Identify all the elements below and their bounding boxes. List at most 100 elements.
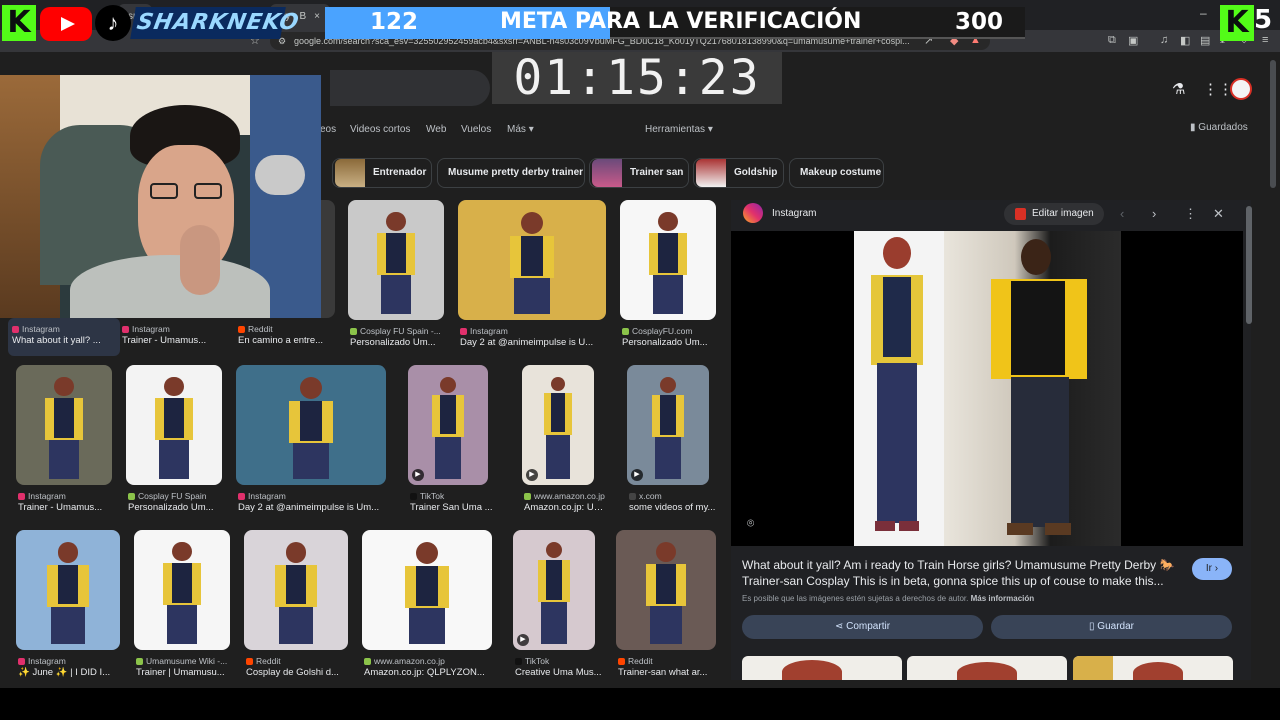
source-favicon-icon [18, 658, 25, 665]
video-play-icon: ▶ [631, 469, 643, 481]
result-source[interactable]: www.amazon.co.jp [364, 656, 504, 666]
result-thumbnail[interactable] [362, 530, 492, 650]
result-title[interactable]: Amazon.co.jp: Um... [524, 502, 604, 513]
result-thumbnail[interactable]: ▶ [522, 365, 594, 485]
result-title[interactable]: Trainer-san what ar... [618, 667, 726, 678]
nav-videos[interactable]: eos [320, 124, 336, 135]
result-title[interactable]: Trainer | Umamusu... [136, 667, 240, 678]
result-source-label: Instagram [28, 656, 66, 666]
result-title[interactable]: Personalizado Um... [128, 502, 232, 513]
result-source[interactable]: x.com [629, 491, 721, 501]
result-title[interactable]: Trainer - Umamus... [122, 335, 230, 346]
result-source[interactable]: CosplayFU.com [622, 326, 728, 336]
account-avatar[interactable] [1230, 78, 1252, 100]
chip-trainer-san[interactable]: Trainer san [589, 158, 689, 188]
result-source[interactable]: Instagram [122, 324, 232, 334]
minimize-button[interactable]: – [1200, 6, 1207, 20]
nav-short-videos[interactable]: Videos cortos [350, 124, 410, 135]
result-source[interactable]: Reddit [238, 324, 347, 334]
result-title[interactable]: Amazon.co.jp: QLPLYZON... [364, 667, 502, 678]
related-thumbnail[interactable] [1073, 656, 1233, 680]
result-title[interactable]: some videos of my... [629, 502, 719, 513]
screenshot-icon[interactable]: ▣ [1128, 34, 1138, 47]
result-thumbnail[interactable] [236, 365, 386, 485]
chip-goldship[interactable]: Goldship [693, 158, 784, 188]
chip-musume-pretty-derby-trainer[interactable]: Musume pretty derby trainer [437, 158, 585, 188]
search-box[interactable] [330, 70, 490, 106]
save-button[interactable]: ▯ Guardar [991, 615, 1232, 639]
result-source[interactable]: Instagram [12, 324, 132, 334]
result-source[interactable]: www.amazon.co.jp ... [524, 491, 606, 501]
result-thumbnail[interactable]: ▶ [513, 530, 595, 650]
labs-flask-icon[interactable]: ⚗ [1172, 80, 1185, 98]
tools-button[interactable]: Herramientas ▾ [645, 124, 713, 135]
apps-grid-icon[interactable]: ⋮⋮ [1203, 80, 1233, 98]
page-scrollbar[interactable] [1270, 60, 1276, 188]
preview-source[interactable]: Instagram [772, 208, 816, 219]
result-title[interactable]: Trainer - Umamus... [18, 502, 122, 513]
google-lens-icon[interactable]: ⌾ [747, 516, 754, 531]
related-thumbnail[interactable] [907, 656, 1067, 680]
result-source[interactable]: Reddit [246, 656, 360, 666]
nav-more[interactable]: Más ▾ [507, 124, 534, 135]
edit-image-button[interactable]: Editar imagen [1004, 203, 1104, 225]
result-source[interactable]: Instagram [18, 491, 124, 501]
result-source[interactable]: Umamusume Wiki -... [136, 656, 242, 666]
result-thumbnail[interactable] [348, 200, 444, 320]
result-source[interactable]: TikTok [410, 491, 500, 501]
share-button[interactable]: ⋖ Compartir [742, 615, 983, 639]
close-panel-icon[interactable]: ✕ [1213, 206, 1224, 222]
sidebar-icon[interactable]: ◧ [1180, 34, 1190, 47]
media-icon[interactable]: ♫ [1160, 34, 1168, 46]
result-title[interactable]: Personalizado Um... [350, 337, 454, 348]
result-title[interactable]: Day 2 at @animeimpulse is U... [460, 337, 616, 348]
visit-button[interactable]: Ir › [1192, 558, 1232, 580]
next-arrow-icon[interactable]: › [1152, 206, 1156, 221]
result-title[interactable]: What about it yall? ... [12, 335, 130, 346]
result-thumbnail[interactable] [616, 530, 716, 650]
tab-close-icon[interactable]: × [314, 11, 320, 22]
menu-icon[interactable]: ≡ [1262, 34, 1268, 46]
result-source-label: TikTok [420, 491, 445, 501]
result-thumbnail[interactable] [16, 530, 120, 650]
result-source[interactable]: Reddit [618, 656, 728, 666]
result-title[interactable]: Trainer San Uma ... [410, 502, 498, 513]
result-title[interactable]: Personalizado Um... [622, 337, 726, 348]
result-source[interactable]: Cosplay FU Spain -... [350, 326, 456, 336]
result-title[interactable]: Creative Uma Mus... [515, 667, 605, 678]
result-thumbnail[interactable] [134, 530, 230, 650]
result-thumbnail[interactable]: ▶ [408, 365, 488, 485]
preview-image[interactable] [731, 231, 1243, 546]
saved-button[interactable]: ▮ Guardados [1190, 122, 1248, 133]
chip-entrenador[interactable]: Entrenador [332, 158, 432, 188]
result-source[interactable]: TikTok [515, 656, 607, 666]
result-title[interactable]: ✨ June ✨ | I DID I... [18, 667, 130, 678]
nav-flights[interactable]: Vuelos [461, 124, 491, 135]
chip-makeup-costume[interactable]: Makeup costume [789, 158, 884, 188]
related-thumbnail[interactable] [742, 656, 902, 680]
wallet-icon[interactable]: ▤ [1200, 34, 1210, 47]
result-thumbnail[interactable] [16, 365, 112, 485]
result-source[interactable]: Cosplay FU Spain [128, 491, 234, 501]
preview-caption[interactable]: What about it yall? Am i ready to Train … [742, 557, 1182, 589]
result-source[interactable]: Instagram [238, 491, 398, 501]
panel-scrollbar[interactable] [1246, 206, 1252, 324]
result-thumbnail[interactable] [126, 365, 222, 485]
result-title[interactable]: Cosplay de Golshi d... [246, 667, 358, 678]
previous-arrow-icon[interactable]: ‹ [1120, 206, 1124, 221]
more-info-link[interactable]: Más información [971, 594, 1035, 603]
result-thumbnail[interactable]: ▶ [627, 365, 709, 485]
nav-web[interactable]: Web [426, 124, 446, 135]
more-options-icon[interactable]: ⋮ [1184, 206, 1197, 222]
result-thumbnail[interactable] [244, 530, 348, 650]
result-source-label: Reddit [248, 324, 273, 334]
result-source[interactable]: Instagram [460, 326, 618, 336]
result-title[interactable]: En camino a entre... [238, 335, 345, 346]
result-thumbnail[interactable] [458, 200, 606, 320]
result-source[interactable]: Instagram [18, 656, 132, 666]
result-thumbnail[interactable] [620, 200, 716, 320]
result-title[interactable]: Day 2 at @animeimpulse is Um... [238, 502, 396, 513]
result-source-label: Instagram [132, 324, 170, 334]
edit-image-label: Editar imagen [1032, 208, 1094, 219]
extensions-icon[interactable]: ⧉ [1108, 34, 1116, 47]
